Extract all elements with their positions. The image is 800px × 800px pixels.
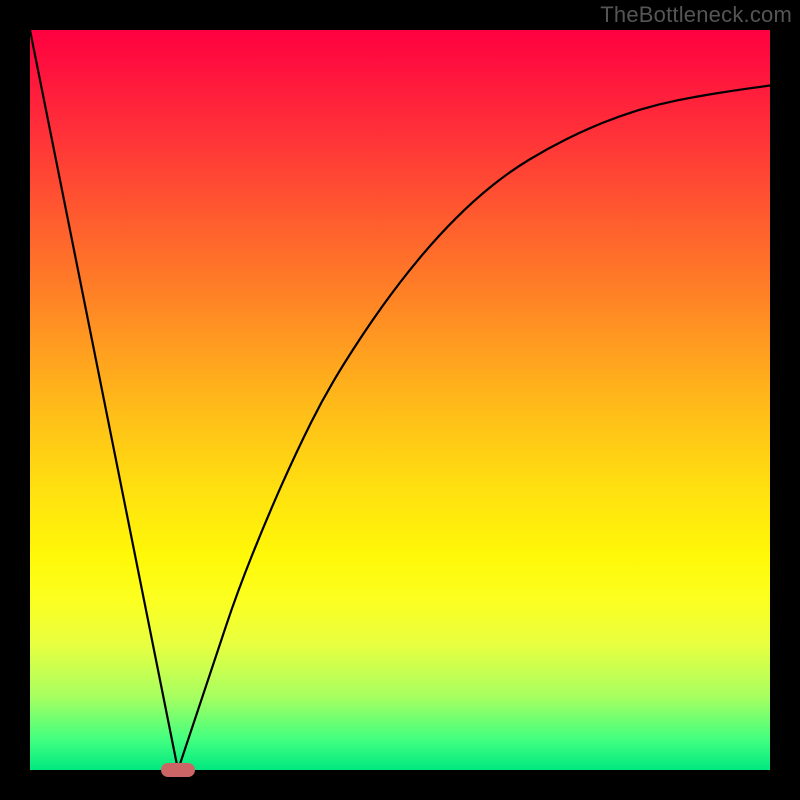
curve-left-branch <box>30 30 178 770</box>
chart-frame: TheBottleneck.com <box>0 0 800 800</box>
bottleneck-curve <box>30 30 770 770</box>
bottleneck-marker <box>161 763 195 777</box>
watermark-text: TheBottleneck.com <box>600 2 792 28</box>
curve-right-branch <box>178 86 770 771</box>
plot-area <box>30 30 770 770</box>
